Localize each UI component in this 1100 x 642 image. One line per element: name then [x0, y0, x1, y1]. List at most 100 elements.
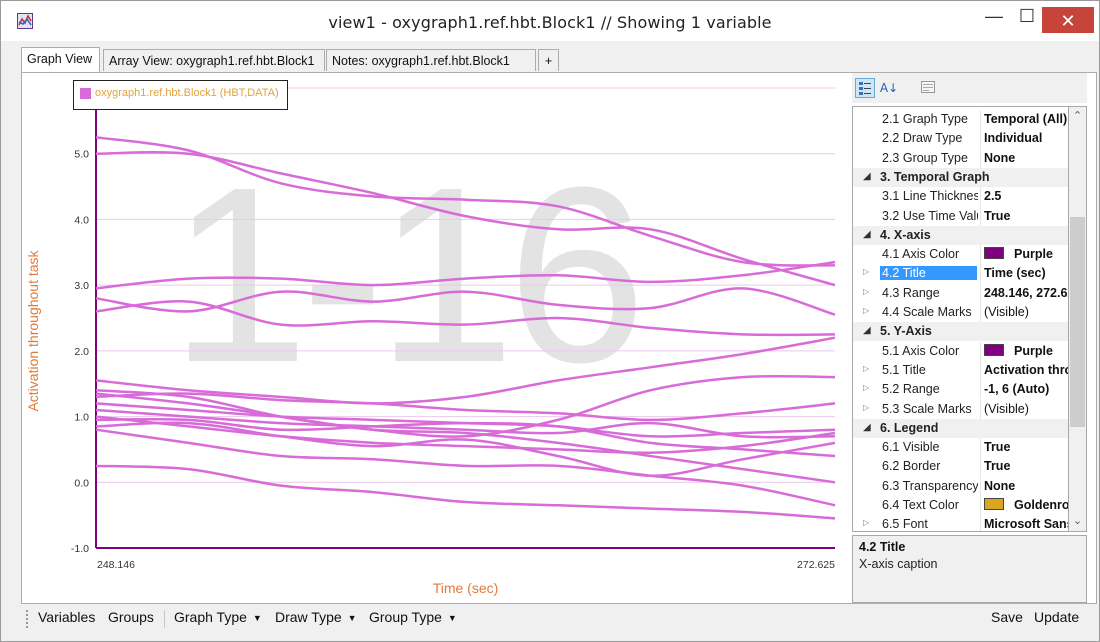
property-row[interactable]: ▷ 4.2 Title Time (sec) — [853, 264, 1069, 284]
column-divider[interactable] — [980, 496, 981, 515]
property-row[interactable]: 6.3 Transparency None — [853, 476, 1069, 496]
property-row[interactable]: 5.1 Axis Color Purple — [853, 341, 1069, 361]
column-divider[interactable] — [980, 148, 981, 168]
expand-arrow-icon[interactable]: ▷ — [863, 306, 869, 315]
column-divider[interactable] — [980, 457, 981, 477]
alphabetical-icon[interactable]: A↓ — [879, 78, 899, 98]
series-line-15[interactable] — [95, 464, 836, 520]
property-row[interactable]: 6.1 Visible True — [853, 438, 1069, 458]
property-value[interactable]: True — [984, 440, 1069, 454]
tab-array-view[interactable]: Array View: oxygraph1.ref.hbt.Block1 — [103, 49, 325, 71]
property-list-scrollbar[interactable]: ⌃ ⌄ — [1068, 106, 1087, 532]
graph-plot[interactable]: -1.00.01.02.03.04.05.06.0248.146272.625T… — [20, 72, 840, 602]
column-divider[interactable] — [980, 360, 981, 380]
add-tab-button[interactable]: + — [538, 49, 559, 71]
update-button[interactable]: Update — [1034, 609, 1079, 625]
property-value[interactable]: (Visible) — [984, 305, 1069, 319]
column-divider[interactable] — [980, 438, 981, 458]
property-value[interactable]: -1, 6 (Auto) — [984, 382, 1069, 396]
collapse-arrow-icon[interactable]: ◢ — [863, 325, 871, 336]
draw-type-dropdown[interactable]: Draw Type ▼ — [275, 609, 357, 625]
column-divider[interactable] — [980, 264, 981, 284]
property-value[interactable]: Activation throughout task — [984, 363, 1069, 377]
property-row[interactable]: 6.4 Text Color Goldenrod — [853, 496, 1069, 515]
property-category[interactable]: ◢ 4. X-axis — [853, 225, 1069, 245]
property-row[interactable]: ▷ 6.5 Font Microsoft Sans Serif — [853, 515, 1069, 531]
column-divider[interactable] — [980, 206, 981, 226]
collapse-arrow-icon[interactable]: ◢ — [863, 229, 871, 240]
column-divider[interactable] — [980, 399, 981, 419]
column-divider[interactable] — [980, 515, 981, 531]
groups-button[interactable]: Groups — [108, 609, 154, 625]
property-row[interactable]: 6.2 Border True — [853, 457, 1069, 477]
tab-graph-view[interactable]: Graph View — [21, 47, 100, 72]
scroll-thumb[interactable] — [1070, 217, 1085, 427]
group-type-dropdown[interactable]: Group Type ▼ — [369, 609, 457, 625]
property-value[interactable]: None — [984, 151, 1069, 165]
property-row[interactable]: 2.2 Draw Type Individual — [853, 129, 1069, 149]
property-row[interactable]: ▷ 4.4 Scale Marks (Visible) — [853, 303, 1069, 322]
series-line-5[interactable] — [95, 300, 836, 337]
property-value[interactable]: Purple — [984, 343, 1069, 358]
property-value[interactable]: Individual — [984, 131, 1069, 145]
column-divider[interactable] — [980, 245, 981, 265]
expand-arrow-icon[interactable]: ▷ — [863, 287, 869, 296]
column-divider[interactable] — [980, 110, 981, 129]
property-row[interactable]: 2.1 Graph Type Temporal (All) — [853, 110, 1069, 129]
chart-legend[interactable]: oxygraph1.ref.hbt.Block1 (HBT,DATA) — [73, 80, 288, 110]
scroll-down-icon[interactable]: ⌄ — [1069, 513, 1086, 530]
property-row[interactable]: ▷ 5.2 Range -1, 6 (Auto) — [853, 380, 1069, 400]
property-value[interactable]: 248.146, 272.625 — [984, 286, 1069, 300]
property-value[interactable]: None — [984, 479, 1069, 493]
property-row[interactable]: 2.3 Group Type None — [853, 148, 1069, 168]
save-button[interactable]: Save — [991, 609, 1023, 625]
column-divider[interactable] — [980, 476, 981, 496]
tab-notes[interactable]: Notes: oxygraph1.ref.hbt.Block1 — [326, 49, 536, 71]
expand-arrow-icon[interactable]: ▷ — [863, 364, 869, 373]
expand-arrow-icon[interactable]: ▷ — [863, 383, 869, 392]
property-row[interactable]: 3.1 Line Thickness 2.5 — [853, 187, 1069, 207]
collapse-arrow-icon[interactable]: ◢ — [863, 422, 871, 433]
property-row[interactable]: ▷ 4.3 Range 248.146, 272.625 — [853, 283, 1069, 303]
property-category[interactable]: ◢ 6. Legend — [853, 418, 1069, 438]
column-divider[interactable] — [980, 129, 981, 149]
column-divider[interactable] — [980, 380, 981, 400]
property-value[interactable]: (Visible) — [984, 402, 1069, 416]
property-category[interactable]: ◢ 3. Temporal Graph — [853, 167, 1069, 187]
expand-arrow-icon[interactable]: ▷ — [863, 518, 869, 527]
column-divider[interactable] — [980, 283, 981, 303]
toolbar-grip[interactable] — [26, 610, 30, 628]
graph-type-dropdown[interactable]: Graph Type ▼ — [174, 609, 262, 625]
property-category[interactable]: ◢ 5. Y-Axis — [853, 322, 1069, 342]
property-value[interactable]: Goldenrod — [984, 498, 1069, 512]
property-row[interactable]: ▷ 5.3 Scale Marks (Visible) — [853, 399, 1069, 419]
property-list[interactable]: 2.1 Graph Type Temporal (All) 2.2 Draw Typ… — [852, 106, 1069, 532]
collapse-arrow-icon[interactable]: ◢ — [863, 171, 871, 182]
column-divider[interactable] — [980, 341, 981, 361]
property-value[interactable]: Time (sec) — [984, 266, 1069, 280]
property-value[interactable]: 2.5 — [984, 189, 1069, 203]
categorized-icon[interactable] — [855, 78, 875, 98]
scroll-up-icon[interactable]: ⌃ — [1069, 108, 1086, 125]
series-line-3[interactable] — [95, 260, 836, 290]
series-line-9[interactable] — [95, 402, 836, 438]
property-value[interactable]: True — [984, 209, 1069, 223]
property-value[interactable]: Purple — [984, 247, 1069, 261]
property-value[interactable]: Microsoft Sans Serif — [984, 517, 1069, 531]
series-line-2[interactable] — [95, 150, 836, 287]
property-row[interactable]: ▷ 5.1 Title Activation throughout task — [853, 360, 1069, 380]
minimize-button[interactable]: — — [976, 3, 1012, 31]
expand-arrow-icon[interactable]: ▷ — [863, 267, 869, 276]
close-button[interactable]: ✕ — [1042, 7, 1094, 33]
title-bar[interactable]: view1 - oxygraph1.ref.hbt.Block1 // Show… — [1, 1, 1099, 41]
property-pages-icon[interactable] — [918, 78, 938, 98]
column-divider[interactable] — [980, 187, 981, 207]
variables-button[interactable]: Variables — [38, 609, 95, 625]
property-row[interactable]: 3.2 Use Time Values True — [853, 206, 1069, 226]
property-value[interactable]: Temporal (All) — [984, 112, 1069, 126]
series-line-4[interactable] — [95, 287, 836, 316]
property-row[interactable]: 4.1 Axis Color Purple — [853, 245, 1069, 265]
maximize-button[interactable]: ☐ — [1012, 3, 1042, 31]
expand-arrow-icon[interactable]: ▷ — [863, 403, 869, 412]
column-divider[interactable] — [980, 303, 981, 322]
